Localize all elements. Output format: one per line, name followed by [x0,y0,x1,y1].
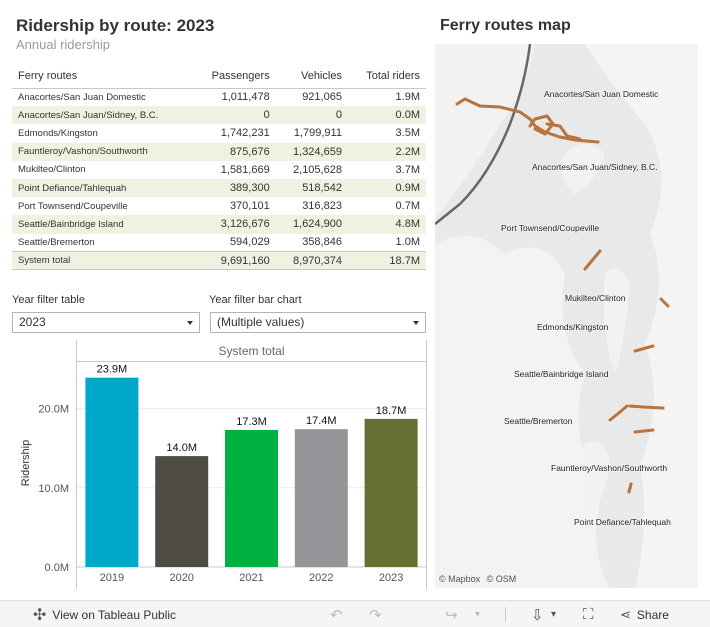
bar-2019[interactable] [85,377,139,567]
view-on-tableau-public-link[interactable]: ✣ View on Tableau Public [33,601,176,627]
y-axis-label: Ridership [20,440,32,486]
share-label: Share [636,607,669,622]
map-attribution[interactable]: © Mapbox © OSM [439,574,516,584]
map-label-seattle-bainbridge: Seattle/Bainbridge Island [514,369,609,379]
bar-value-label: 18.7M [376,405,407,417]
bar-2023[interactable] [364,418,418,567]
map-label-seattle-bremerton: Seattle/Bremerton [504,416,573,426]
undo-icon[interactable]: ↶ [330,601,343,627]
fullscreen-icon[interactable]: ⛶ [583,601,594,627]
map-basemap [435,44,698,588]
view-on-tableau-label: View on Tableau Public [52,607,177,622]
bar-2020[interactable] [155,456,209,567]
bar-value-label: 17.3M [236,416,267,428]
redo-icon[interactable]: ↷ [369,601,382,627]
map-label-fauntleroy: Fauntleroy/Vashon/Southworth [551,463,668,473]
x-tick-label: 2020 [169,572,193,584]
download-dropdown-icon[interactable]: ▾ [551,601,556,627]
x-tick-label: 2021 [239,572,263,584]
toolbar-divider [505,607,506,622]
route-seattle-bainbridge [628,404,665,410]
tableau-logo-icon: ✣ [33,606,47,624]
map-label-port-townsend: Port Townsend/Coupeville [501,223,600,233]
route-point-defiance [627,482,633,494]
bar-value-label: 23.9M [97,364,128,376]
share-button[interactable]: ⋖ Share [620,601,669,627]
bar-value-label: 14.0M [166,442,197,454]
download-icon[interactable]: ⇩ [531,601,544,627]
ferry-routes-map[interactable]: Anacortes/San Juan Domestic Anacortes/Sa… [435,44,698,588]
map-label-mukilteo: Mukilteo/Clinton [565,293,626,303]
map-title: Ferry routes map [440,17,571,34]
y-tick-label: 10.0M [38,483,69,495]
share-icon: ⋖ [620,606,631,622]
map-label-anacortes-san-juan: Anacortes/San Juan Domestic [544,89,659,99]
mapbox-credit[interactable]: © Mapbox [439,574,480,584]
x-tick-label: 2023 [379,572,403,584]
bar-value-label: 17.4M [306,415,337,427]
revert-dropdown-icon[interactable]: ▾ [475,601,480,627]
bar-2022[interactable] [294,429,348,567]
y-tick-label: 20.0M [38,404,69,416]
map-label-edmonds: Edmonds/Kingston [537,322,609,332]
bar-2021[interactable] [225,429,278,567]
x-tick-label: 2022 [309,572,333,584]
osm-credit[interactable]: © OSM [487,574,517,584]
revert-icon[interactable]: ↪ [445,601,458,627]
map-label-anacortes-sidney: Anacortes/San Juan/Sidney, B.C. [532,162,658,172]
bar-chart: 23.9M 14.0M 17.3M 17.4M 18.7M 0.0M 10.0M 20.0M… [20,364,426,584]
map-label-point-defiance: Point Defiance/Tahlequah [574,517,671,527]
route-fauntleroy-vashon [633,428,655,434]
x-tick-label: 2019 [100,572,124,584]
tableau-toolbar: ✣ View on Tableau Public ↶ ↷ ↪ ▾ ⇩ ▾ ⛶ ⋖… [0,600,710,627]
y-tick-label: 0.0M [45,562,69,574]
